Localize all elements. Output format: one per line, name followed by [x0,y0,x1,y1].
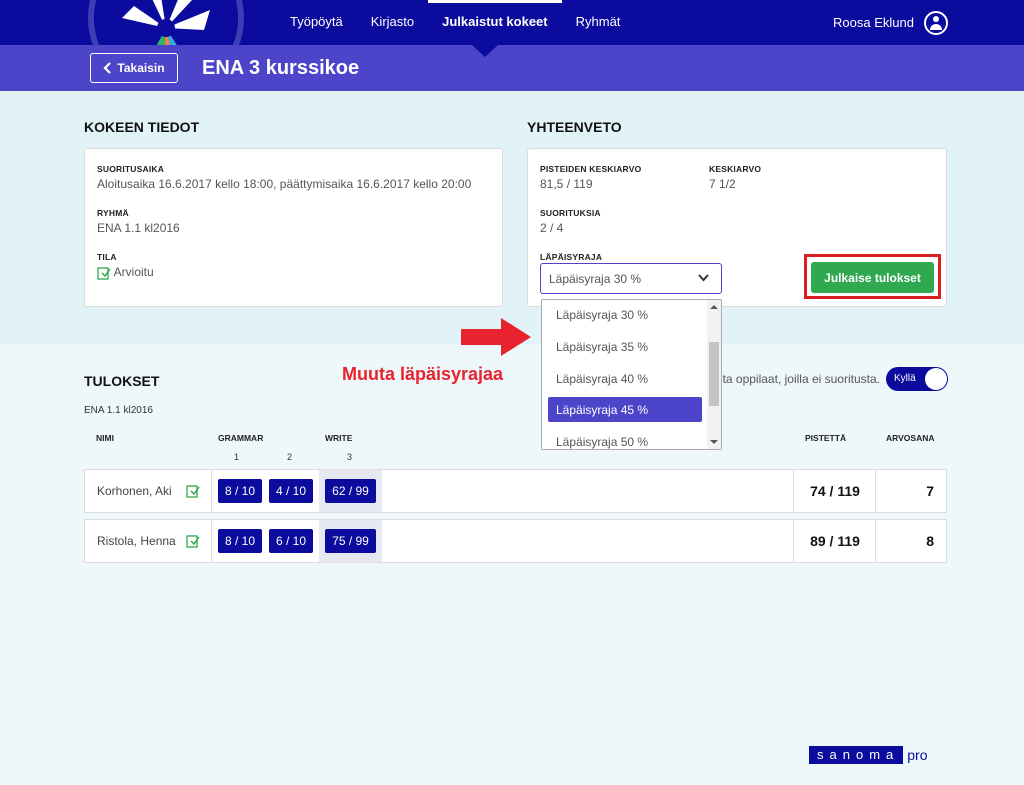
submissions-value: 2 / 4 [540,221,564,235]
cell-divider [211,470,212,512]
task-number-1: 1 [234,452,240,462]
back-button[interactable]: Takaisin [90,53,178,83]
sanoma-pro-logo: sanoma pro [809,746,927,764]
top-navigation-bar: Työpöytä Kirjasto Julkaistut kokeet Ryhm… [0,0,1024,96]
col-points-header: PISTETTÄ [805,433,847,443]
grade: 8 [926,533,934,549]
group-label: RYHMÄ [97,208,129,218]
toggle-knob [925,368,947,390]
pass-limit-option[interactable]: Läpäisyraja 35 % [548,334,702,359]
results-title: TULOKSET [84,373,160,389]
pass-limit-option-highlighted[interactable]: Läpäisyraja 45 % [548,397,702,422]
publish-results-button[interactable]: Julkaise tulokset [811,262,934,293]
cell-divider [875,470,876,512]
brand-suffix: pro [907,747,928,763]
col-grammar-header: GRAMMAR [218,433,264,443]
col-grade-header: ARVOSANA [886,433,935,443]
cell-divider [793,520,794,562]
toggle-label: Kyllä [894,373,916,384]
score-chip-task-2[interactable]: 4 / 10 [269,479,313,503]
brand-name: sanoma [809,746,904,764]
avg-points-label: PISTEIDEN KESKIARVO [540,164,642,174]
status-label: TILA [97,252,117,262]
annotation-arrow-icon [461,318,531,356]
pass-limit-dropdown-list: Läpäisyraja 30 % Läpäisyraja 35 % Läpäis… [541,299,722,450]
page-title: ENA 3 kurssikoe [202,57,360,79]
pass-limit-select[interactable]: Läpäisyraja 30 % [540,263,722,294]
graded-check-icon [186,485,200,498]
cell-divider [875,520,876,562]
user-menu[interactable]: Roosa Eklund [833,0,948,45]
exam-details-title: KOKEEN TIEDOT [84,119,200,135]
score-chip-task-1[interactable]: 8 / 10 [218,479,262,503]
group-value: ENA 1.1 kl2016 [97,221,180,235]
show-all-students-toggle[interactable]: Kyllä [886,367,948,391]
cell-divider [793,470,794,512]
score-chip-task-3[interactable]: 62 / 99 [325,479,376,503]
pass-limit-option[interactable]: Läpäisyraja 30 % [548,302,702,327]
cell-divider [211,520,212,562]
col-write-header: WRITE [325,433,353,443]
main-nav: Työpöytä Kirjasto Julkaistut kokeet Ryhm… [276,0,634,45]
student-name: Korhonen, Aki [97,484,172,498]
results-group: ENA 1.1 kl2016 [84,405,153,416]
score-chip-task-3[interactable]: 75 / 99 [325,529,376,553]
pass-limit-option[interactable]: Läpäisyraja 50 % [548,429,702,449]
avg-points-value: 81,5 / 119 [540,177,593,191]
col-name-header: NIMI [96,433,114,443]
status-value-wrap: Arvioitu [97,265,154,280]
pass-limit-label: LÄPÄISYRAJA [540,252,603,262]
score-chip-task-2[interactable]: 6 / 10 [269,529,313,553]
score-chip-task-1[interactable]: 8 / 10 [218,529,262,553]
chevron-left-icon [103,62,112,74]
status-value: Arvioitu [113,265,154,279]
graded-check-icon [186,535,200,548]
show-all-students-text: pta oppilaat, joilla ei suoritusta. [715,372,880,386]
total-points: 89 / 119 [810,533,860,549]
nav-item-tyopoyta[interactable]: Työpöytä [276,0,357,45]
time-label: SUORITUSAIKA [97,164,165,174]
scroll-up-icon[interactable] [710,305,718,309]
user-name: Roosa Eklund [833,15,914,30]
task-number-2: 2 [287,452,293,462]
scrollbar-thumb[interactable] [709,342,719,406]
nav-item-julkaistut-kokeet[interactable]: Julkaistut kokeet [428,0,562,45]
user-avatar-icon[interactable] [924,10,948,35]
avg-grade-value: 7 1/2 [709,177,736,191]
scroll-down-icon[interactable] [710,440,718,444]
student-name: Ristola, Henna [97,534,176,548]
annotation-text: Muuta läpäisyrajaa [342,364,504,384]
task-number-3: 3 [347,452,353,462]
chevron-down-icon [698,274,709,282]
avg-grade-label: KESKIARVO [709,164,762,174]
nav-item-ryhmat[interactable]: Ryhmät [562,0,635,45]
graded-check-icon [97,267,111,280]
nav-item-kirjasto[interactable]: Kirjasto [357,0,428,45]
grade: 7 [926,483,934,499]
table-row[interactable]: Korhonen, Aki 8 / 10 4 / 10 62 / 99 74 /… [84,469,947,513]
back-button-label: Takaisin [117,61,165,75]
dropdown-scrollbar[interactable] [707,300,721,449]
pass-limit-option[interactable]: Läpäisyraja 40 % [548,366,702,391]
pass-limit-selected-value: Läpäisyraja 30 % [549,272,642,286]
submissions-label: SUORITUKSIA [540,208,601,218]
total-points: 74 / 119 [810,483,860,499]
table-row[interactable]: Ristola, Henna 8 / 10 6 / 10 75 / 99 89 … [84,519,947,563]
summary-title: YHTEENVETO [527,119,622,135]
active-nav-indicator [472,45,498,57]
time-value: Aloitusaika 16.6.2017 kello 18:00, päätt… [97,177,472,191]
